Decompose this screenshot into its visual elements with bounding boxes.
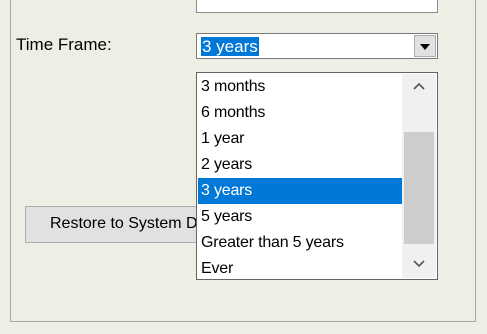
time-frame-label: Time Frame: <box>16 35 112 54</box>
vertical-scrollbar[interactable] <box>402 74 436 278</box>
chevron-down-icon[interactable] <box>414 35 436 57</box>
option-2-years[interactable]: 2 years <box>198 152 403 178</box>
option-6-months[interactable]: 6 months <box>198 100 403 126</box>
option-3-months[interactable]: 3 months <box>198 74 403 100</box>
time-frame-combobox[interactable]: 3 years <box>196 33 438 59</box>
restore-defaults-button[interactable]: Restore to System Defaults <box>25 206 225 243</box>
option-3-years[interactable]: 3 years <box>198 178 403 204</box>
time-frame-dropdown-list[interactable]: 3 months 6 months 1 year 2 years 3 years… <box>196 72 438 280</box>
time-frame-selected-value: 3 years <box>201 37 259 56</box>
option-greater-than-5-years[interactable]: Greater than 5 years <box>198 230 403 256</box>
scroll-up-arrow-icon[interactable] <box>402 74 436 100</box>
option-5-years[interactable]: 5 years <box>198 204 403 230</box>
options-list: 3 months 6 months 1 year 2 years 3 years… <box>198 74 403 282</box>
scrollbar-thumb[interactable] <box>404 132 434 244</box>
option-ever[interactable]: Ever <box>198 256 403 282</box>
top-text-field[interactable] <box>196 0 438 13</box>
option-1-year[interactable]: 1 year <box>198 126 403 152</box>
scroll-down-arrow-icon[interactable] <box>402 252 436 278</box>
